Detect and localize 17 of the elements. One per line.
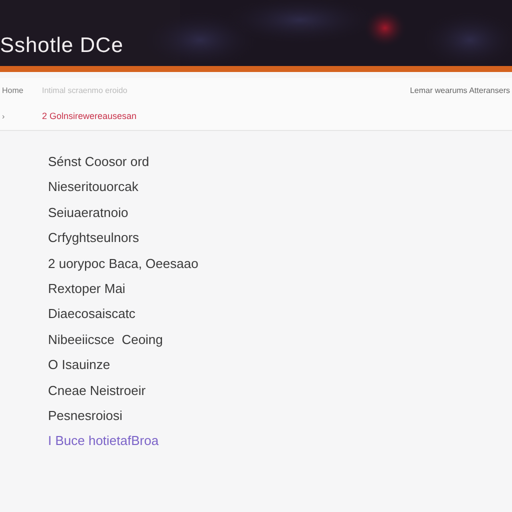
breadcrumb-link[interactable]: 2 Golnsirewereausesan [42,111,137,121]
chevron-icon: › [0,112,42,120]
list-link[interactable]: Rextoper Mai [48,280,126,298]
list-link[interactable]: Nieseritouorcak [48,178,138,197]
list-link[interactable]: Sénst Coosor ord [48,153,150,172]
list-link[interactable]: Nibeeiicsce Ceoing [48,330,163,350]
nav-link[interactable]: Home [0,86,42,94]
list-link[interactable]: Pesnesroiosi [48,407,122,426]
list-link[interactable]: Cneae Neistroeir [48,382,146,400]
list-link[interactable]: 2 uorypoc Baca, Oeesaao [48,254,198,274]
site-title: Sshotle DCe [0,34,124,58]
list-link[interactable]: I Buce hotietafBroa [48,432,159,451]
list-link[interactable]: Seiuaeratnoio [48,204,128,222]
list-link[interactable]: Crfyghtseulnors [48,229,140,248]
list-link[interactable]: O Isauinze [48,356,110,375]
nav-link[interactable]: Lemar wearums Atteransers [410,86,512,94]
list-link[interactable]: Diaecosaiscatc [48,305,136,324]
